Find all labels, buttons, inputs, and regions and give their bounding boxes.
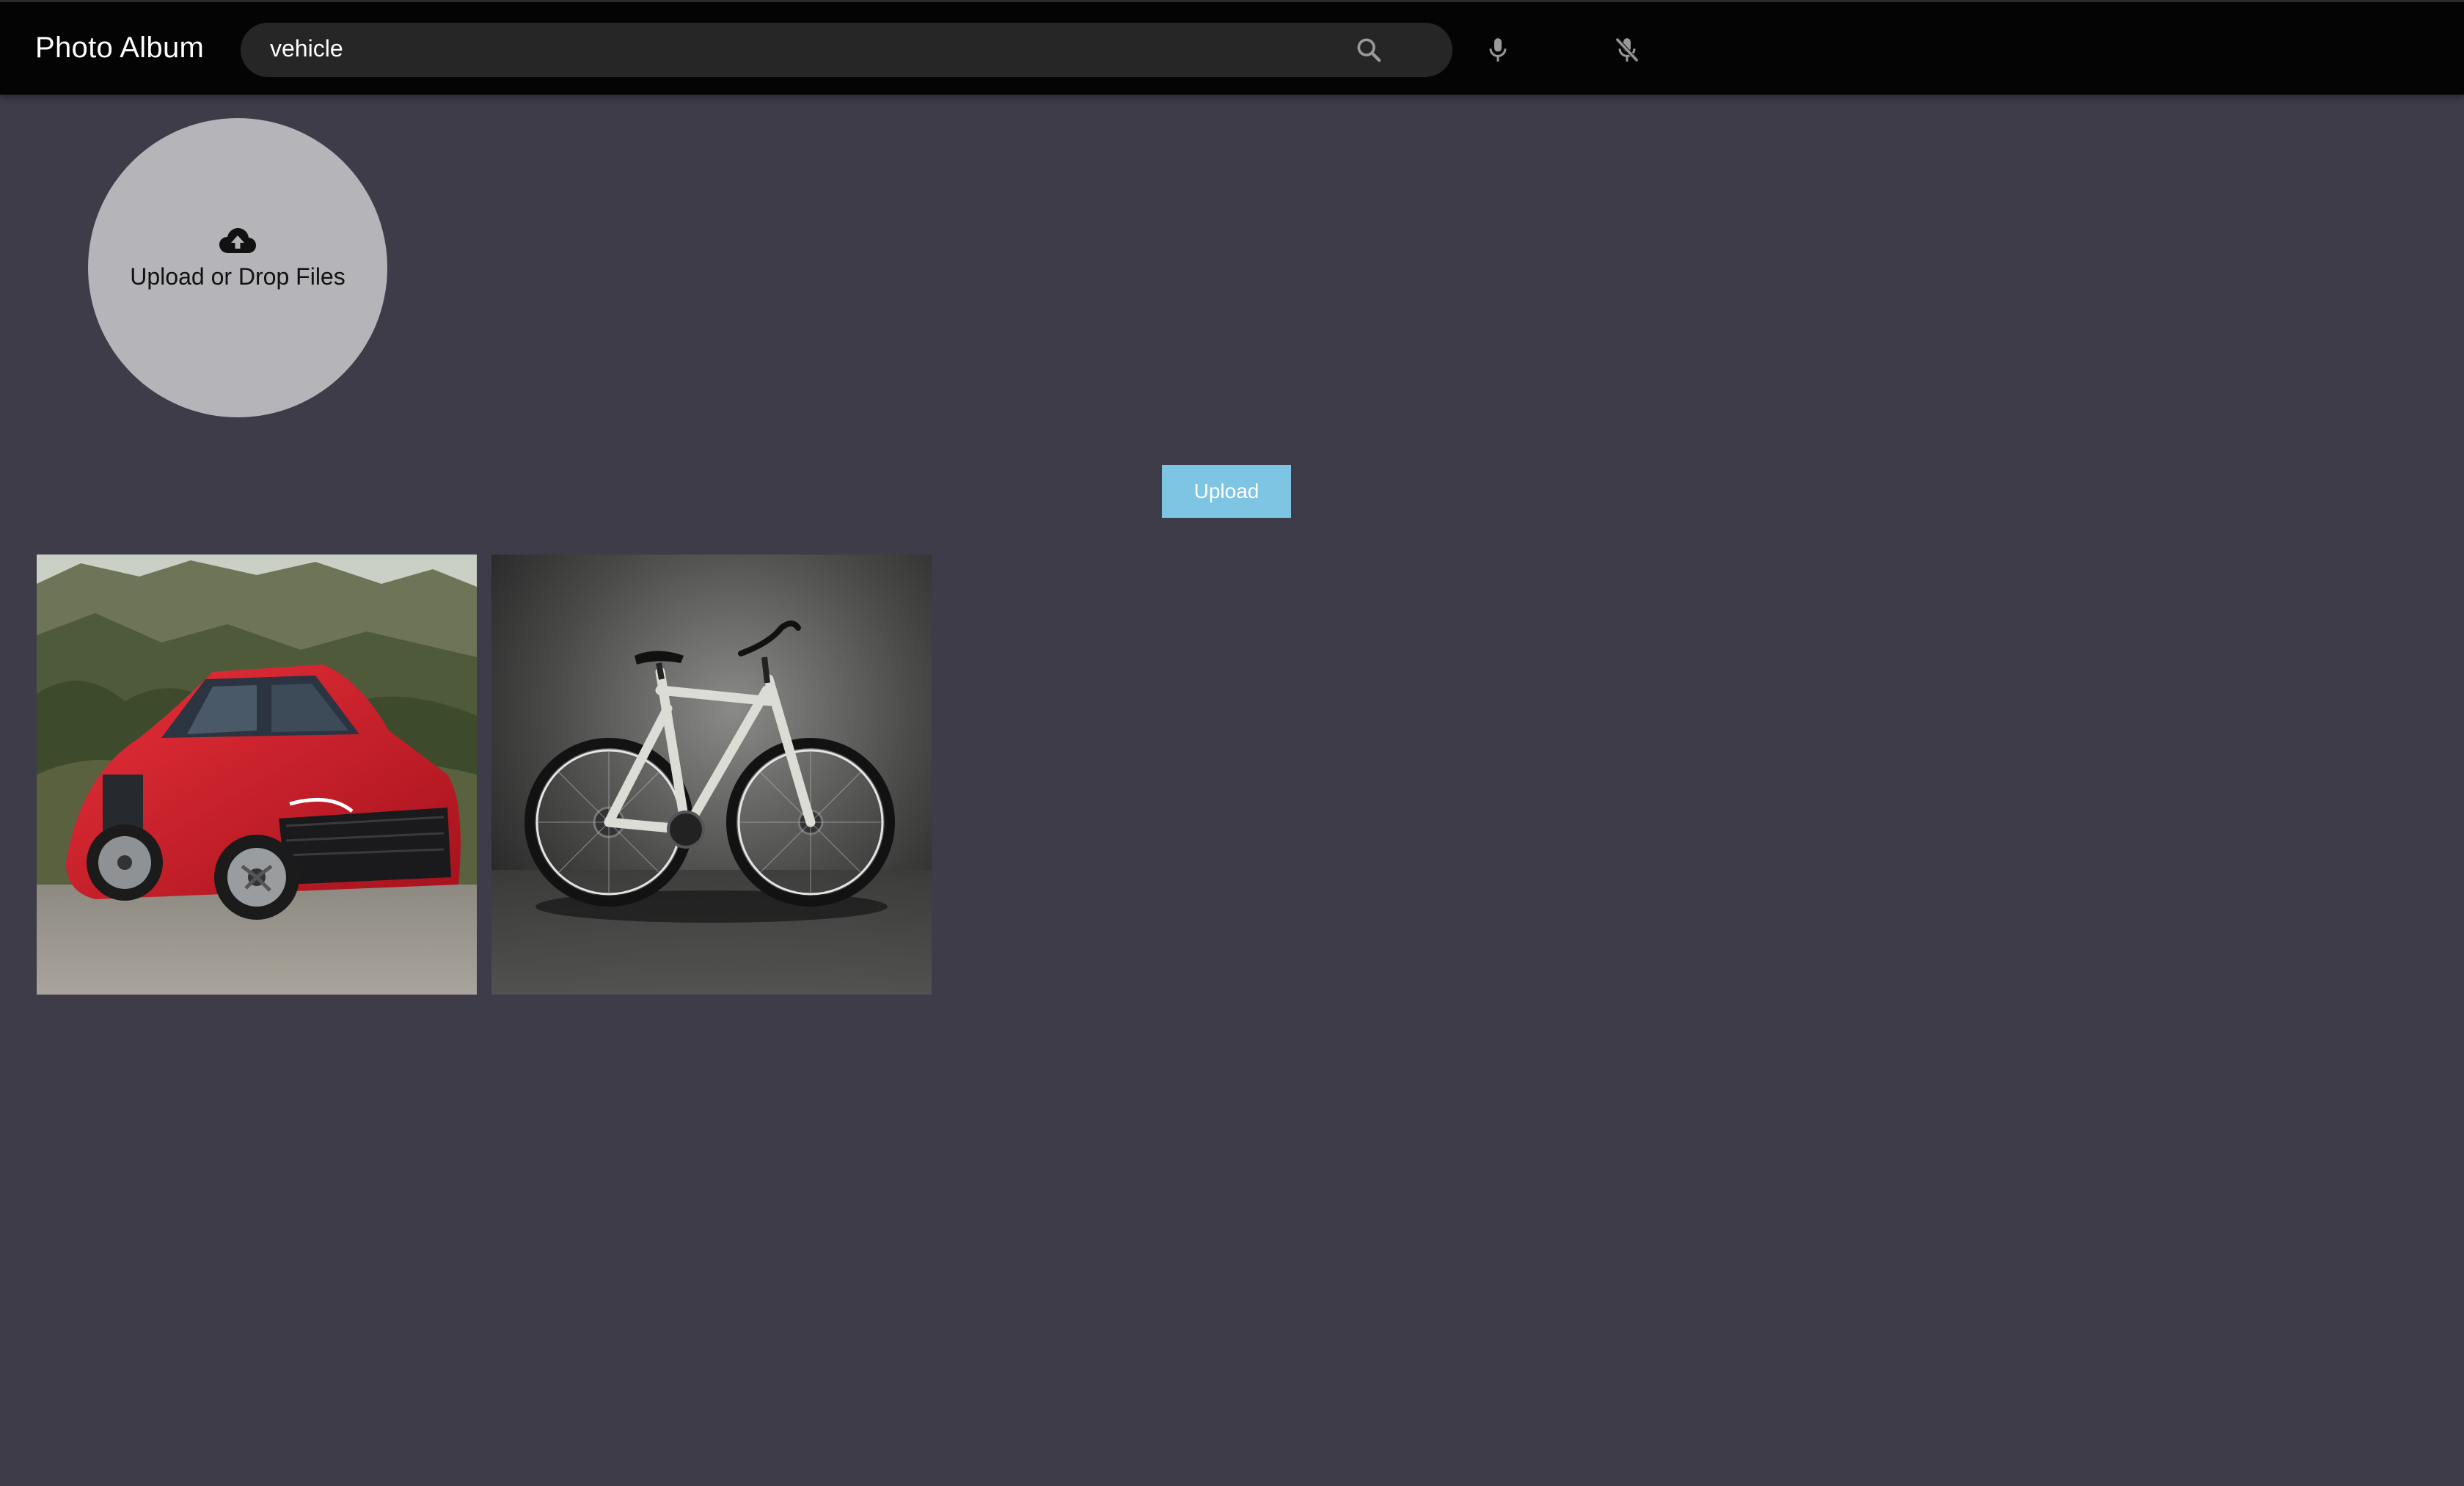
search-button[interactable] <box>1351 32 1386 67</box>
app-title: Photo Album <box>35 32 205 64</box>
search-bar <box>241 23 1639 77</box>
cloud-upload-icon <box>219 228 256 253</box>
microphone-off-icon <box>1615 37 1639 62</box>
search-icon <box>1357 38 1381 62</box>
microphone-off-button[interactable] <box>1609 32 1645 67</box>
upload-drop-zone[interactable]: Upload or Drop Files <box>88 118 387 417</box>
search-input[interactable] <box>270 32 1297 65</box>
microphone-icon <box>1489 38 1507 62</box>
top-app-bar: Photo Album <box>0 0 2464 95</box>
upload-button[interactable]: Upload <box>1162 465 1291 518</box>
bicycle-photo[interactable] <box>491 554 932 995</box>
upload-drop-label: Upload or Drop Files <box>130 263 346 290</box>
car-photo[interactable] <box>37 554 477 995</box>
microphone-button[interactable] <box>1480 32 1516 67</box>
